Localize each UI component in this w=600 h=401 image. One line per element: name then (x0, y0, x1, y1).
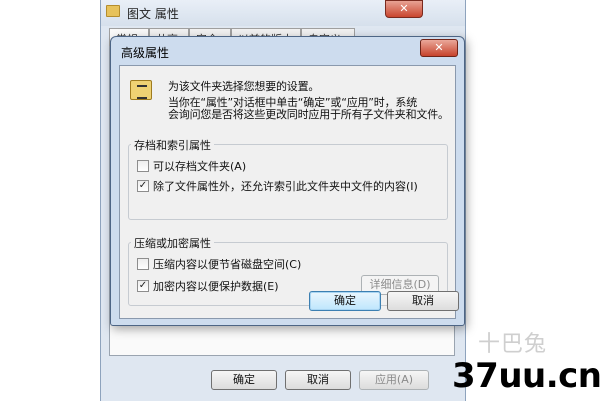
archive-checkbox-label[interactable]: 可以存档文件夹(A) (153, 158, 246, 174)
dialog-title: 高级属性 (121, 46, 170, 60)
dialog-close-button[interactable]: ✕ (420, 39, 458, 57)
attributes-folder-icon (130, 80, 152, 100)
properties-close-button[interactable]: ✕ (385, 0, 423, 18)
info-text-line-1: 为该文件夹选择您想要的设置。 (168, 80, 320, 93)
properties-ok-button[interactable]: 确定 (211, 370, 277, 390)
index-checkbox-row[interactable]: ✓ 除了文件属性外，还允许索引此文件夹中文件的内容(I) (137, 179, 418, 193)
properties-apply-button[interactable]: 应用(A) (359, 370, 429, 390)
compress-checkbox-row[interactable]: 压缩内容以便节省磁盘空间(C) (137, 257, 301, 271)
encrypt-checkbox[interactable]: ✓ (137, 280, 149, 292)
compress-group-title: 压缩或加密属性 (131, 235, 214, 251)
index-checkbox-label[interactable]: 除了文件属性外，还允许索引此文件夹中文件的内容(I) (153, 178, 418, 194)
archive-checkbox[interactable] (137, 160, 149, 172)
dialog-ok-button[interactable]: 确定 (309, 291, 381, 311)
properties-titlebar: 图文 属性 ✕ (101, 0, 465, 26)
properties-window-title: 图文 属性 (127, 7, 179, 21)
properties-cancel-button[interactable]: 取消 (285, 370, 351, 390)
dialog-cancel-button[interactable]: 取消 (387, 291, 459, 311)
encrypt-checkbox-row[interactable]: ✓ 加密内容以便保护数据(E) (137, 279, 279, 293)
index-checkbox[interactable]: ✓ (137, 180, 149, 192)
watermark-logo: 十巴兔 (478, 332, 548, 357)
dialog-body: 为该文件夹选择您想要的设置。 当你在“属性”对话框中单击“确定”或“应用”时，系… (119, 65, 456, 319)
encrypt-checkbox-label[interactable]: 加密内容以便保护数据(E) (153, 278, 279, 294)
folder-icon (106, 5, 120, 17)
advanced-attributes-dialog: 高级属性 ✕ 为该文件夹选择您想要的设置。 当你在“属性”对话框中单击“确定”或… (110, 36, 465, 326)
archive-index-group: 存档和索引属性 可以存档文件夹(A) ✓ 除了文件属性外，还允许索引此文件夹中文… (128, 137, 448, 220)
info-text-line-3: 会询问您是否将这些更改同时应用于所有子文件夹和文件。 (168, 108, 449, 121)
watermark-text: 37uu.cn (452, 356, 600, 396)
compress-checkbox-label[interactable]: 压缩内容以便节省磁盘空间(C) (153, 256, 301, 272)
archive-checkbox-row[interactable]: 可以存档文件夹(A) (137, 159, 246, 173)
compress-checkbox[interactable] (137, 258, 149, 270)
archive-group-title: 存档和索引属性 (131, 137, 214, 153)
